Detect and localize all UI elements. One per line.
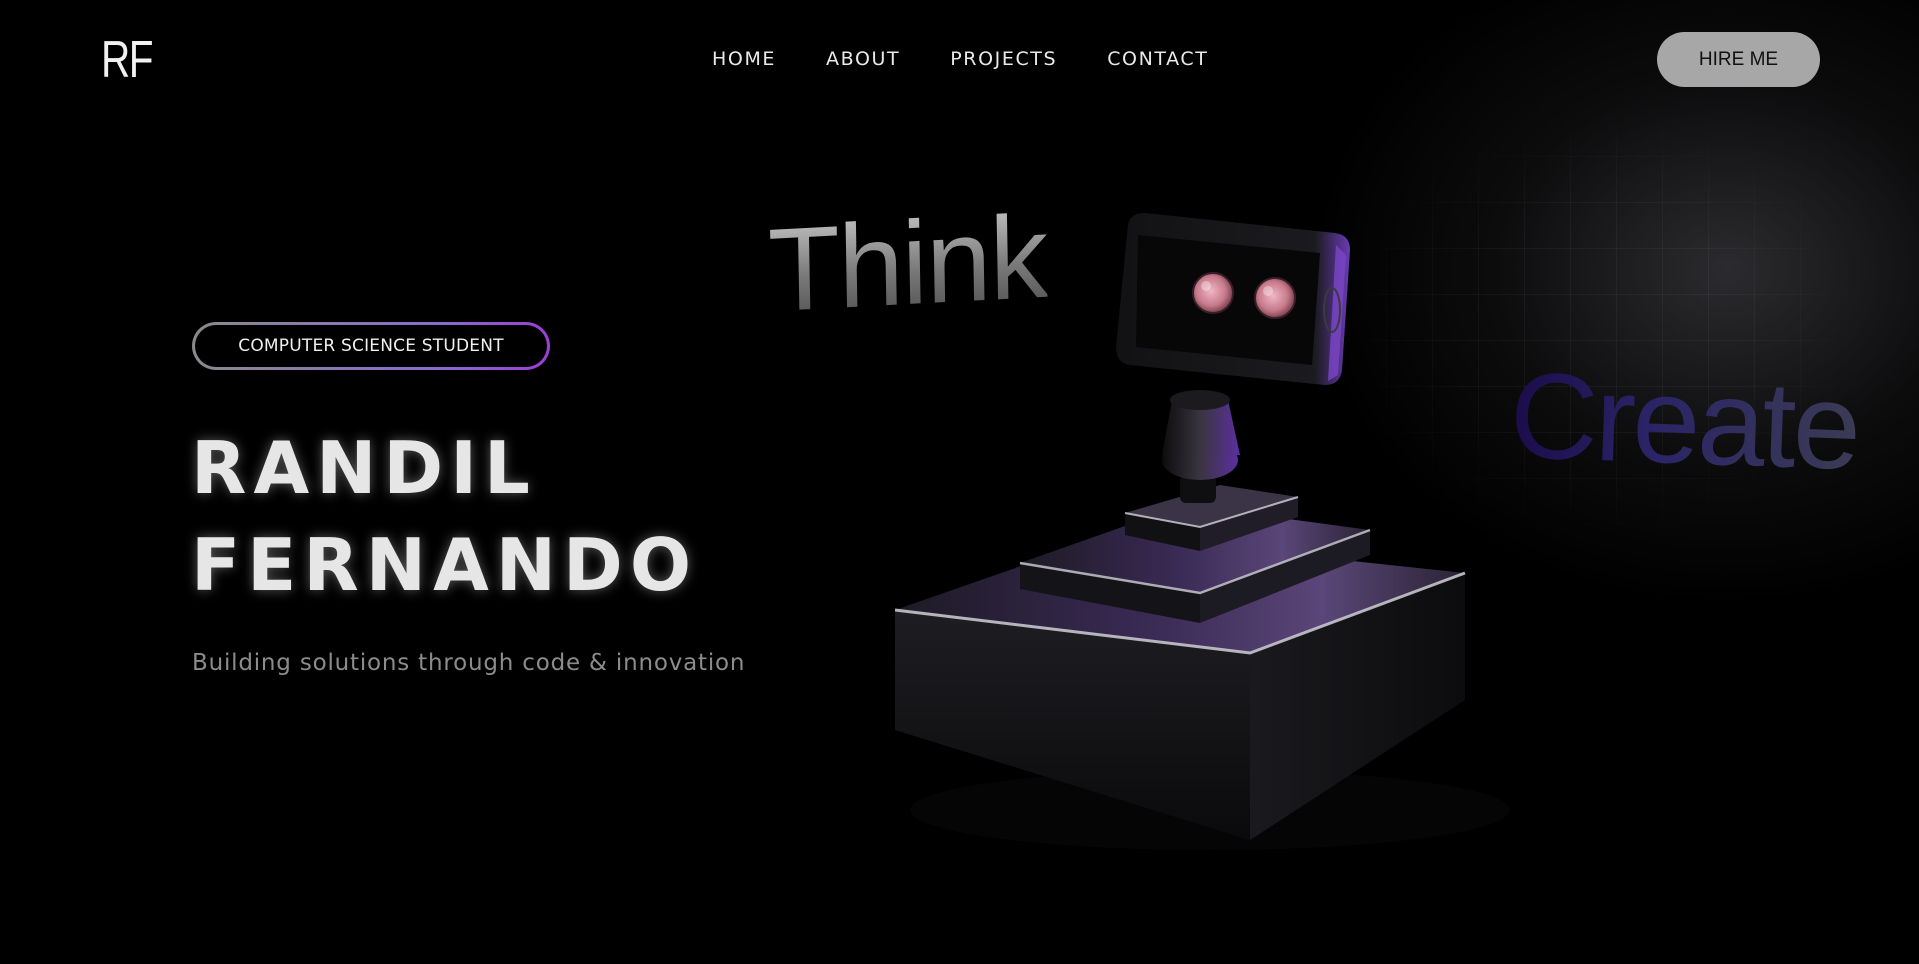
nav-link-about[interactable]: ABOUT bbox=[826, 48, 900, 70]
role-badge: COMPUTER SCIENCE STUDENT bbox=[192, 322, 550, 370]
nav-link-home[interactable]: HOME bbox=[712, 48, 776, 70]
hero-name-first: RANDIL bbox=[191, 426, 537, 510]
robot-3d-illustration[interactable] bbox=[880, 205, 1660, 875]
nav-link-projects[interactable]: PROJECTS bbox=[950, 48, 1057, 70]
nav-link-contact[interactable]: CONTACT bbox=[1107, 48, 1208, 70]
hero-name: RANDIL FERNANDO bbox=[191, 420, 698, 614]
role-badge-label: COMPUTER SCIENCE STUDENT bbox=[238, 336, 504, 356]
hero-name-last: FERNANDO bbox=[191, 523, 699, 607]
hire-me-button[interactable]: HIRE ME bbox=[1657, 32, 1820, 87]
main-navigation: HOME ABOUT PROJECTS CONTACT bbox=[712, 48, 1209, 70]
hero-tagline: Building solutions through code & innova… bbox=[192, 650, 746, 676]
site-logo[interactable]: RF bbox=[101, 34, 154, 86]
floating-word-create: Create bbox=[1507, 346, 1861, 496]
